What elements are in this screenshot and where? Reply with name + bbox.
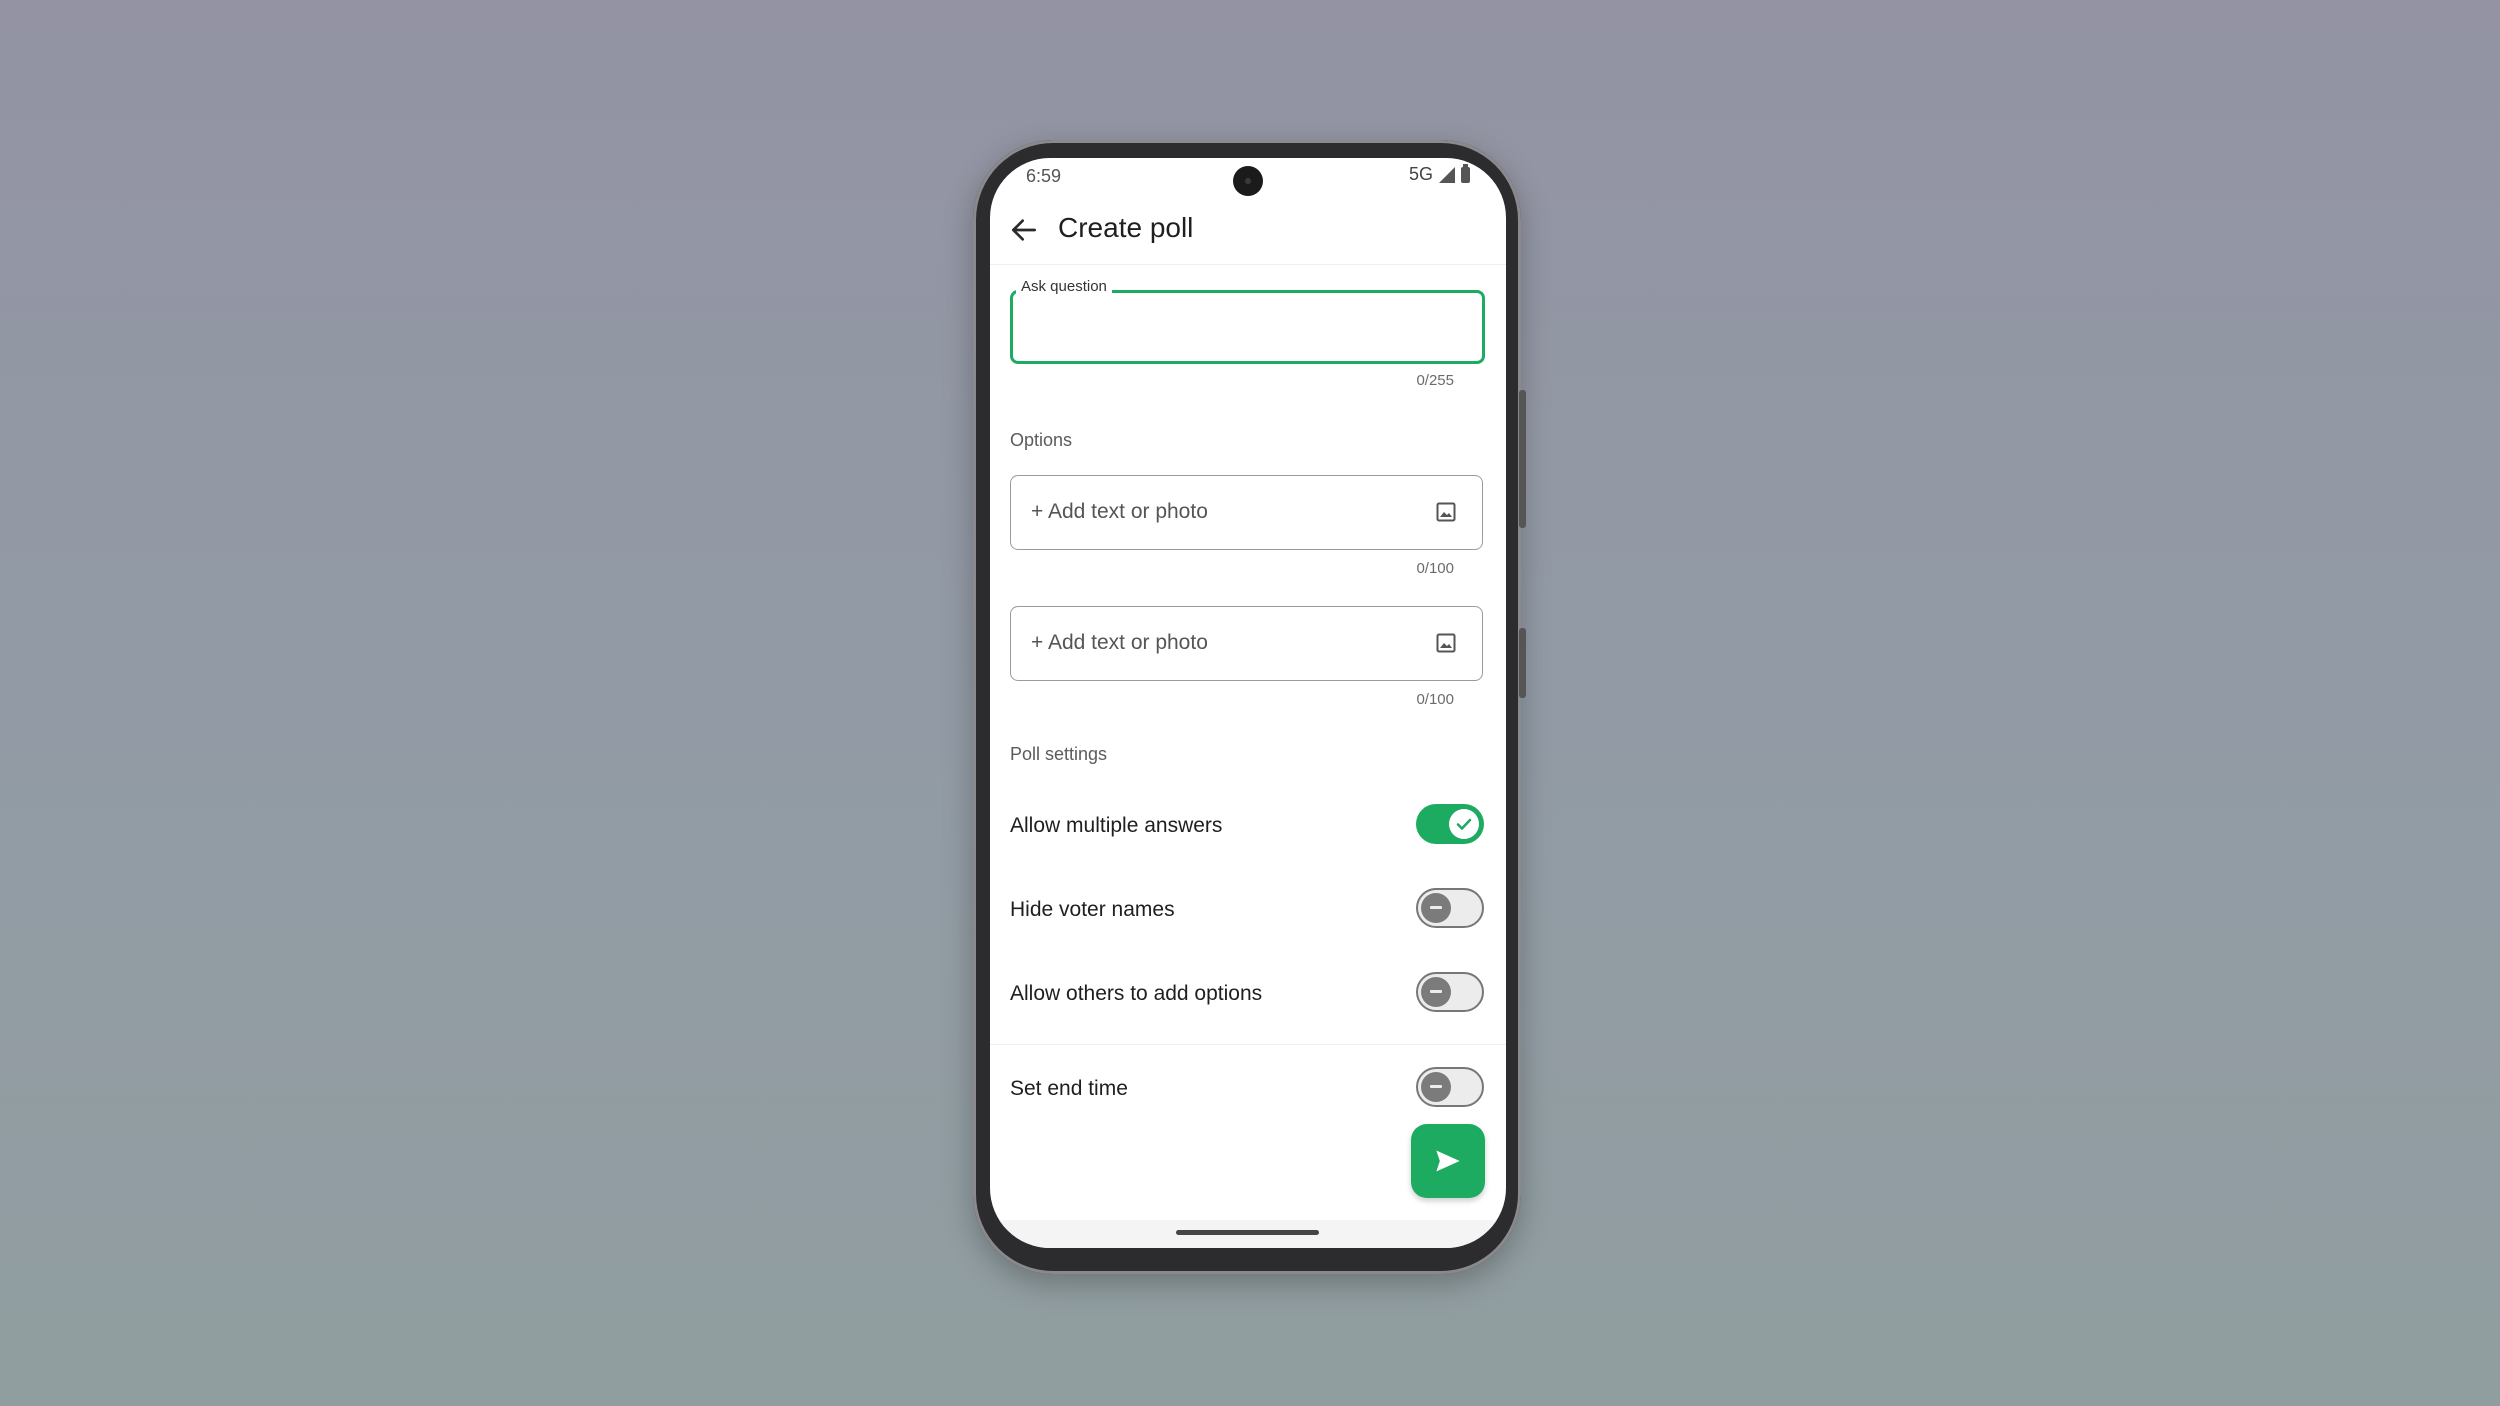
option-input-1[interactable]: + Add text or photo [1010,475,1483,550]
toggle-knob-minus-icon [1421,977,1451,1007]
send-button[interactable] [1411,1124,1485,1198]
poll-settings-section-label: Poll settings [1010,744,1108,764]
ask-question-label: Ask question [1016,278,1112,295]
camera-cutout [1233,166,1263,196]
status-icons: 5G [1408,163,1470,185]
home-indicator[interactable] [1176,1230,1319,1235]
setting-set-end-time[interactable]: Set end time [990,1059,1506,1119]
phone-volume-button [1519,628,1526,698]
hide-voter-names-toggle[interactable] [1416,888,1484,928]
battery-icon [1461,163,1470,183]
toggle-knob-minus-icon [1421,893,1451,923]
option-2-char-counter: 0/100 [1416,691,1454,708]
setting-label: Hide voter names [1010,898,1175,921]
set-end-time-toggle[interactable] [1416,1067,1484,1107]
phone-screen: 6:59 5G Create poll Ask question 0/255 O… [990,158,1506,1248]
arrow-left-icon[interactable] [1008,214,1040,246]
option-placeholder: + Add text or photo [1031,500,1208,523]
toggle-knob [1449,809,1479,839]
status-time: 6:59 [1026,166,1062,186]
allow-multiple-answers-toggle[interactable] [1416,804,1484,844]
allow-others-add-options-toggle[interactable] [1416,972,1484,1012]
setting-allow-multiple-answers[interactable]: Allow multiple answers [990,796,1506,856]
image-icon[interactable] [1436,633,1456,653]
app-bar: Create poll [990,198,1506,265]
question-char-counter: 0/255 [1416,372,1454,389]
send-icon [1436,1150,1460,1172]
setting-label: Allow multiple answers [1010,814,1223,837]
network-label: 5G [1408,164,1433,184]
toggle-knob-minus-icon [1421,1072,1451,1102]
settings-divider [990,1044,1506,1045]
phone-power-button [1519,390,1526,528]
setting-hide-voter-names[interactable]: Hide voter names [990,880,1506,940]
option-1-char-counter: 0/100 [1416,560,1454,577]
page-title: Create poll [1058,212,1194,243]
options-section-label: Options [1010,430,1073,450]
setting-label: Set end time [1010,1077,1128,1100]
option-placeholder: + Add text or photo [1031,631,1208,654]
setting-allow-others-add-options[interactable]: Allow others to add options [990,964,1506,1024]
ask-question-input[interactable] [1010,290,1485,364]
image-icon[interactable] [1436,502,1456,522]
setting-label: Allow others to add options [1010,982,1263,1005]
option-input-2[interactable]: + Add text or photo [1010,606,1483,681]
signal-icon [1439,166,1455,183]
check-icon [1456,818,1472,830]
